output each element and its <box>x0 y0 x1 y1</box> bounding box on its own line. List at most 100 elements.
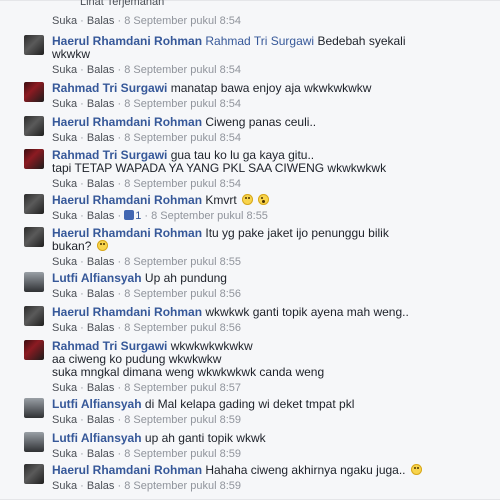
like-link[interactable]: Suka <box>52 256 77 268</box>
avatar[interactable] <box>24 272 44 292</box>
comment-body: Haerul Rhamdani Rohman Itu yg pake jaket… <box>52 227 490 240</box>
comment-time[interactable]: 8 September pukul 8:54 <box>124 98 241 110</box>
avatar[interactable] <box>24 306 44 326</box>
reply-link[interactable]: Balas <box>87 178 115 190</box>
reply-link[interactable]: Balas <box>87 256 115 268</box>
comment-time[interactable]: 8 September pukul 8:59 <box>124 414 241 426</box>
like-link[interactable]: Suka <box>52 414 77 426</box>
avatar[interactable] <box>24 340 44 360</box>
like-count[interactable]: 1 <box>135 210 141 222</box>
reply-link[interactable]: Balas <box>87 414 115 426</box>
avatar[interactable] <box>24 149 44 169</box>
author-name[interactable]: Lutfi Alfiansyah <box>52 431 142 445</box>
author-name[interactable]: Haerul Rhamdani Rohman <box>52 34 202 48</box>
comment-item: Haerul Rhamdani Rohman Rahmad Tri Surgaw… <box>24 35 490 76</box>
comment-body: Haerul Rhamdani Rohman wkwkwk ganti topi… <box>52 306 490 319</box>
reply-link[interactable]: Balas <box>87 132 115 144</box>
comment-body: Haerul Rhamdani Rohman Rahmad Tri Surgaw… <box>52 35 490 48</box>
comment-meta: Suka · Balas · 8 September pukul 8:54 <box>52 178 490 190</box>
comment-item: Lutfi Alfiansyah di Mal kelapa gading wi… <box>24 397 490 426</box>
separator: · <box>117 382 122 394</box>
author-name[interactable]: Haerul Rhamdani Rohman <box>52 115 202 129</box>
comment-time[interactable]: 8 September pukul 8:54 <box>124 15 241 27</box>
author-name[interactable]: Haerul Rhamdani Rohman <box>52 305 202 319</box>
comment-time[interactable]: 8 September pukul 8:57 <box>124 382 241 394</box>
avatar[interactable] <box>24 227 44 247</box>
see-translation-link[interactable]: Lihat Terjemahan <box>80 0 164 8</box>
separator: · <box>117 210 122 222</box>
author-name[interactable]: Lutfi Alfiansyah <box>52 271 142 285</box>
comment-time[interactable]: 8 September pukul 8:55 <box>151 210 268 222</box>
like-link[interactable]: Suka <box>52 132 77 144</box>
comment-item: Haerul Rhamdani Rohman Ciweng panas ceul… <box>24 116 490 144</box>
author-name[interactable]: Haerul Rhamdani Rohman <box>52 226 202 240</box>
separator: · <box>80 178 84 190</box>
separator: · <box>117 322 122 334</box>
like-link[interactable]: Suka <box>52 178 77 190</box>
comment-text: wkwkwk ganti topik ayena mah weng.. <box>205 305 409 319</box>
separator: · <box>80 64 84 76</box>
separator: · <box>80 210 84 222</box>
comment-time[interactable]: 8 September pukul 8:55 <box>124 256 241 268</box>
like-link[interactable]: Suka <box>52 210 77 222</box>
comment-meta: Suka · Balas · 8 September pukul 8:56 <box>52 322 490 334</box>
comment-item: Rahmad Tri Surgawi manatap bawa enjoy aj… <box>24 81 490 110</box>
comment-text-line-3: suka mngkal dimana weng wkwkwkwk canda w… <box>52 365 325 379</box>
reply-link[interactable]: Balas <box>87 64 115 76</box>
author-name[interactable]: Rahmad Tri Surgawi <box>52 339 167 353</box>
comment-item: Suka · Balas · 8 September pukul 8:54 <box>52 12 490 27</box>
reply-link[interactable]: Balas <box>87 322 115 334</box>
comment-meta: Suka · Balas · 8 September pukul 8:54 <box>52 98 490 110</box>
separator: · <box>117 414 122 426</box>
avatar[interactable] <box>24 464 44 484</box>
avatar[interactable] <box>24 35 44 55</box>
wink-emoji-icon <box>242 194 254 205</box>
comment-meta: Suka · Balas · 8 September pukul 8:54 <box>52 64 490 76</box>
mention-tag[interactable]: Rahmad Tri Surgawi <box>205 34 314 48</box>
reply-link[interactable]: Balas <box>87 288 115 300</box>
comment-time[interactable]: 8 September pukul 8:59 <box>124 480 241 492</box>
comment-time[interactable]: 8 September pukul 8:54 <box>124 178 241 190</box>
like-link[interactable]: Suka <box>52 98 77 110</box>
author-name[interactable]: Haerul Rhamdani Rohman <box>52 463 202 477</box>
comment-meta: Suka · Balas · 8 September pukul 8:59 <box>52 448 490 460</box>
like-link[interactable]: Suka <box>52 480 77 492</box>
comment-time[interactable]: 8 September pukul 8:56 <box>124 322 241 334</box>
author-name[interactable]: Haerul Rhamdani Rohman <box>52 193 202 207</box>
comment-text: wkwkwkwkwkw <box>170 339 253 353</box>
author-name[interactable]: Rahmad Tri Surgawi <box>52 81 167 95</box>
comment-meta: Suka · Balas · 8 September pukul 8:55 <box>52 256 490 268</box>
comment-text: up ah ganti topik wkwk <box>144 431 266 445</box>
comment-item: Haerul Rhamdani Rohman Itu yg pake jaket… <box>24 227 490 268</box>
avatar[interactable] <box>24 398 44 418</box>
like-link[interactable]: Suka <box>52 64 77 76</box>
comment-time[interactable]: 8 September pukul 8:54 <box>124 64 241 76</box>
like-link[interactable]: Suka <box>52 15 77 27</box>
comment-body: Haerul Rhamdani Rohman Ciweng panas ceul… <box>52 116 490 129</box>
avatar[interactable] <box>24 194 44 214</box>
comment-meta: Suka · Balas · 8 September pukul 8:59 <box>52 480 490 492</box>
comment-text: gua tau ko lu ga kaya gitu.. <box>170 148 315 162</box>
avatar[interactable] <box>24 82 44 102</box>
like-link[interactable]: Suka <box>52 288 77 300</box>
reply-link[interactable]: Balas <box>87 448 115 460</box>
separator: · <box>80 98 84 110</box>
like-link[interactable]: Suka <box>52 382 77 394</box>
separator: · <box>117 98 122 110</box>
avatar[interactable] <box>24 432 44 452</box>
reply-link[interactable]: Balas <box>87 210 115 222</box>
comment-item: Haerul Rhamdani Rohman Hahaha ciweng akh… <box>24 463 490 492</box>
separator: · <box>80 288 84 300</box>
avatar[interactable] <box>24 116 44 136</box>
reply-link[interactable]: Balas <box>87 382 115 394</box>
like-link[interactable]: Suka <box>52 322 77 334</box>
author-name[interactable]: Lutfi Alfiansyah <box>52 397 142 411</box>
like-link[interactable]: Suka <box>52 448 77 460</box>
comment-time[interactable]: 8 September pukul 8:59 <box>124 448 241 460</box>
reply-link[interactable]: Balas <box>87 15 115 27</box>
author-name[interactable]: Rahmad Tri Surgawi <box>52 148 167 162</box>
reply-link[interactable]: Balas <box>87 480 115 492</box>
comment-time[interactable]: 8 September pukul 8:56 <box>124 288 241 300</box>
reply-link[interactable]: Balas <box>87 98 115 110</box>
comment-time[interactable]: 8 September pukul 8:54 <box>124 132 241 144</box>
